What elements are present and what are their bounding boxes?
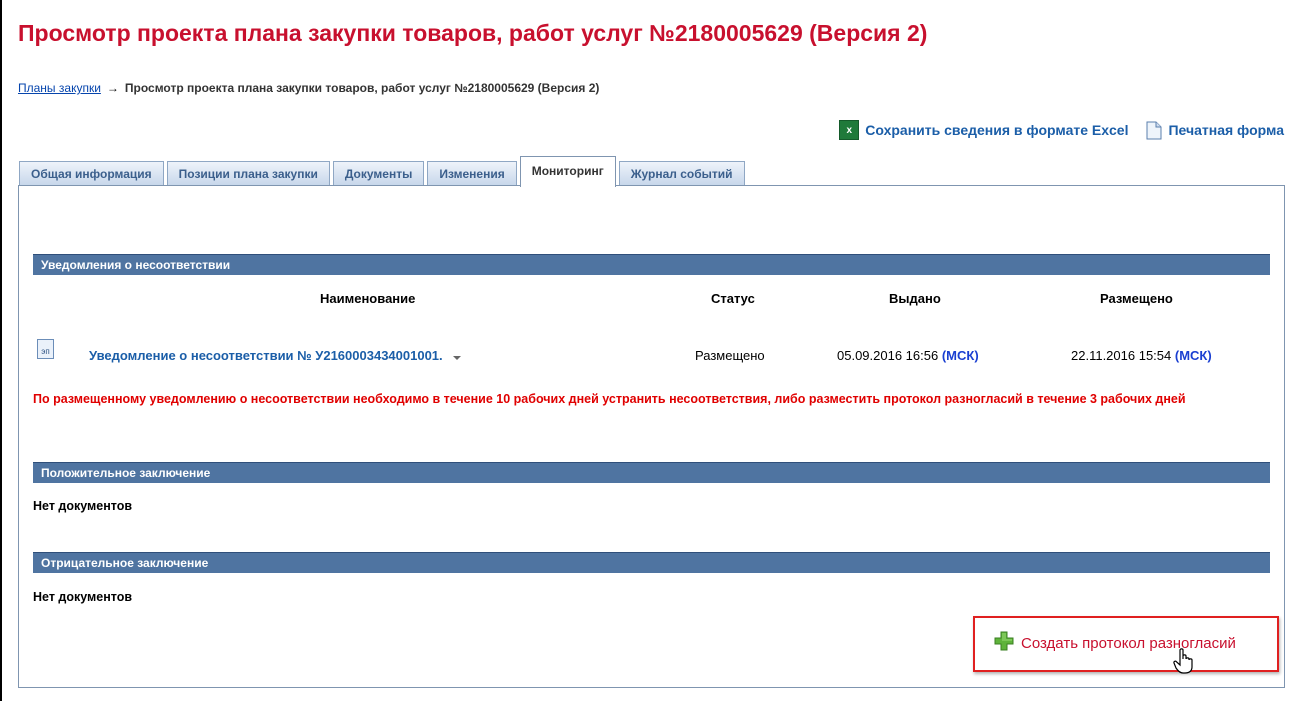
tab-documents[interactable]: Документы <box>332 161 425 186</box>
notice-document-link[interactable]: Уведомление о несоответствии № У21600034… <box>89 348 443 363</box>
positive-empty-text: Нет документов <box>33 499 133 513</box>
document-icon <box>1146 121 1162 140</box>
tab-monitoring[interactable]: Мониторинг <box>519 156 616 187</box>
print-form-button[interactable]: Печатная форма <box>1146 120 1284 140</box>
page-title: Просмотр проекта плана закупки товаров, … <box>18 20 928 46</box>
section-header-negative: Отрицательное заключение <box>33 552 1270 573</box>
hand-cursor-icon <box>1173 648 1197 679</box>
monitoring-panel: Уведомления о несоответствии Наименовани… <box>18 185 1285 688</box>
section-header-notices: Уведомления о несоответствии <box>33 254 1270 275</box>
print-form-label: Печатная форма <box>1168 122 1284 138</box>
tab-bar: Общая информация Позиции плана закупки Д… <box>19 155 748 187</box>
table-row: Уведомление о несоответствии № У21600034… <box>89 348 462 364</box>
plus-icon <box>993 630 1015 657</box>
save-excel-label: Сохранить сведения в формате Excel <box>865 122 1129 138</box>
window-left-border <box>0 0 2 701</box>
breadcrumb-current: Просмотр проекта плана закупки товаров, … <box>124 81 600 95</box>
notice-issued: 05.09.2016 16:56 (МСК) <box>837 348 979 363</box>
breadcrumb: Планы закупки → Просмотр проекта плана зак… <box>18 81 599 95</box>
timezone-label: (МСК) <box>941 348 979 363</box>
column-header-name: Наименование <box>320 291 416 306</box>
tab-event-log[interactable]: Журнал событий <box>618 161 745 186</box>
notice-posted: 22.11.2016 15:54 (МСК) <box>1071 348 1212 363</box>
tab-general-info[interactable]: Общая информация <box>19 161 164 186</box>
column-header-status: Статус <box>711 291 755 306</box>
tab-plan-positions[interactable]: Позиции плана закупки <box>166 161 330 186</box>
breadcrumb-link-plans[interactable]: Планы закупки <box>18 81 101 95</box>
create-protocol-label: Создать протокол разногласий <box>1021 635 1236 652</box>
electronic-signature-icon: эп <box>37 339 54 359</box>
column-header-posted: Размещено <box>1100 291 1173 306</box>
section-header-positive: Положительное заключение <box>33 462 1270 483</box>
notice-issued-date: 05.09.2016 16:56 <box>837 348 939 363</box>
negative-empty-text: Нет документов <box>33 590 133 604</box>
create-protocol-button[interactable]: Создать протокол разногласий <box>993 630 1236 657</box>
warning-message: По размещенному уведомлению о несоответс… <box>33 392 1186 406</box>
chevron-down-icon[interactable] <box>452 349 462 364</box>
excel-icon: x <box>839 120 860 140</box>
notice-posted-date: 22.11.2016 15:54 <box>1071 348 1172 363</box>
action-links: x Сохранить сведения в формате Excel Печ… <box>839 120 1284 140</box>
breadcrumb-arrow: → <box>106 81 119 95</box>
notice-status: Размещено <box>695 348 765 363</box>
tab-changes[interactable]: Изменения <box>427 161 517 186</box>
create-protocol-highlight: Создать протокол разногласий <box>973 616 1279 674</box>
column-header-issued: Выдано <box>889 291 941 306</box>
save-excel-button[interactable]: x Сохранить сведения в формате Excel <box>839 120 1128 140</box>
timezone-label: (МСК) <box>1174 348 1212 363</box>
